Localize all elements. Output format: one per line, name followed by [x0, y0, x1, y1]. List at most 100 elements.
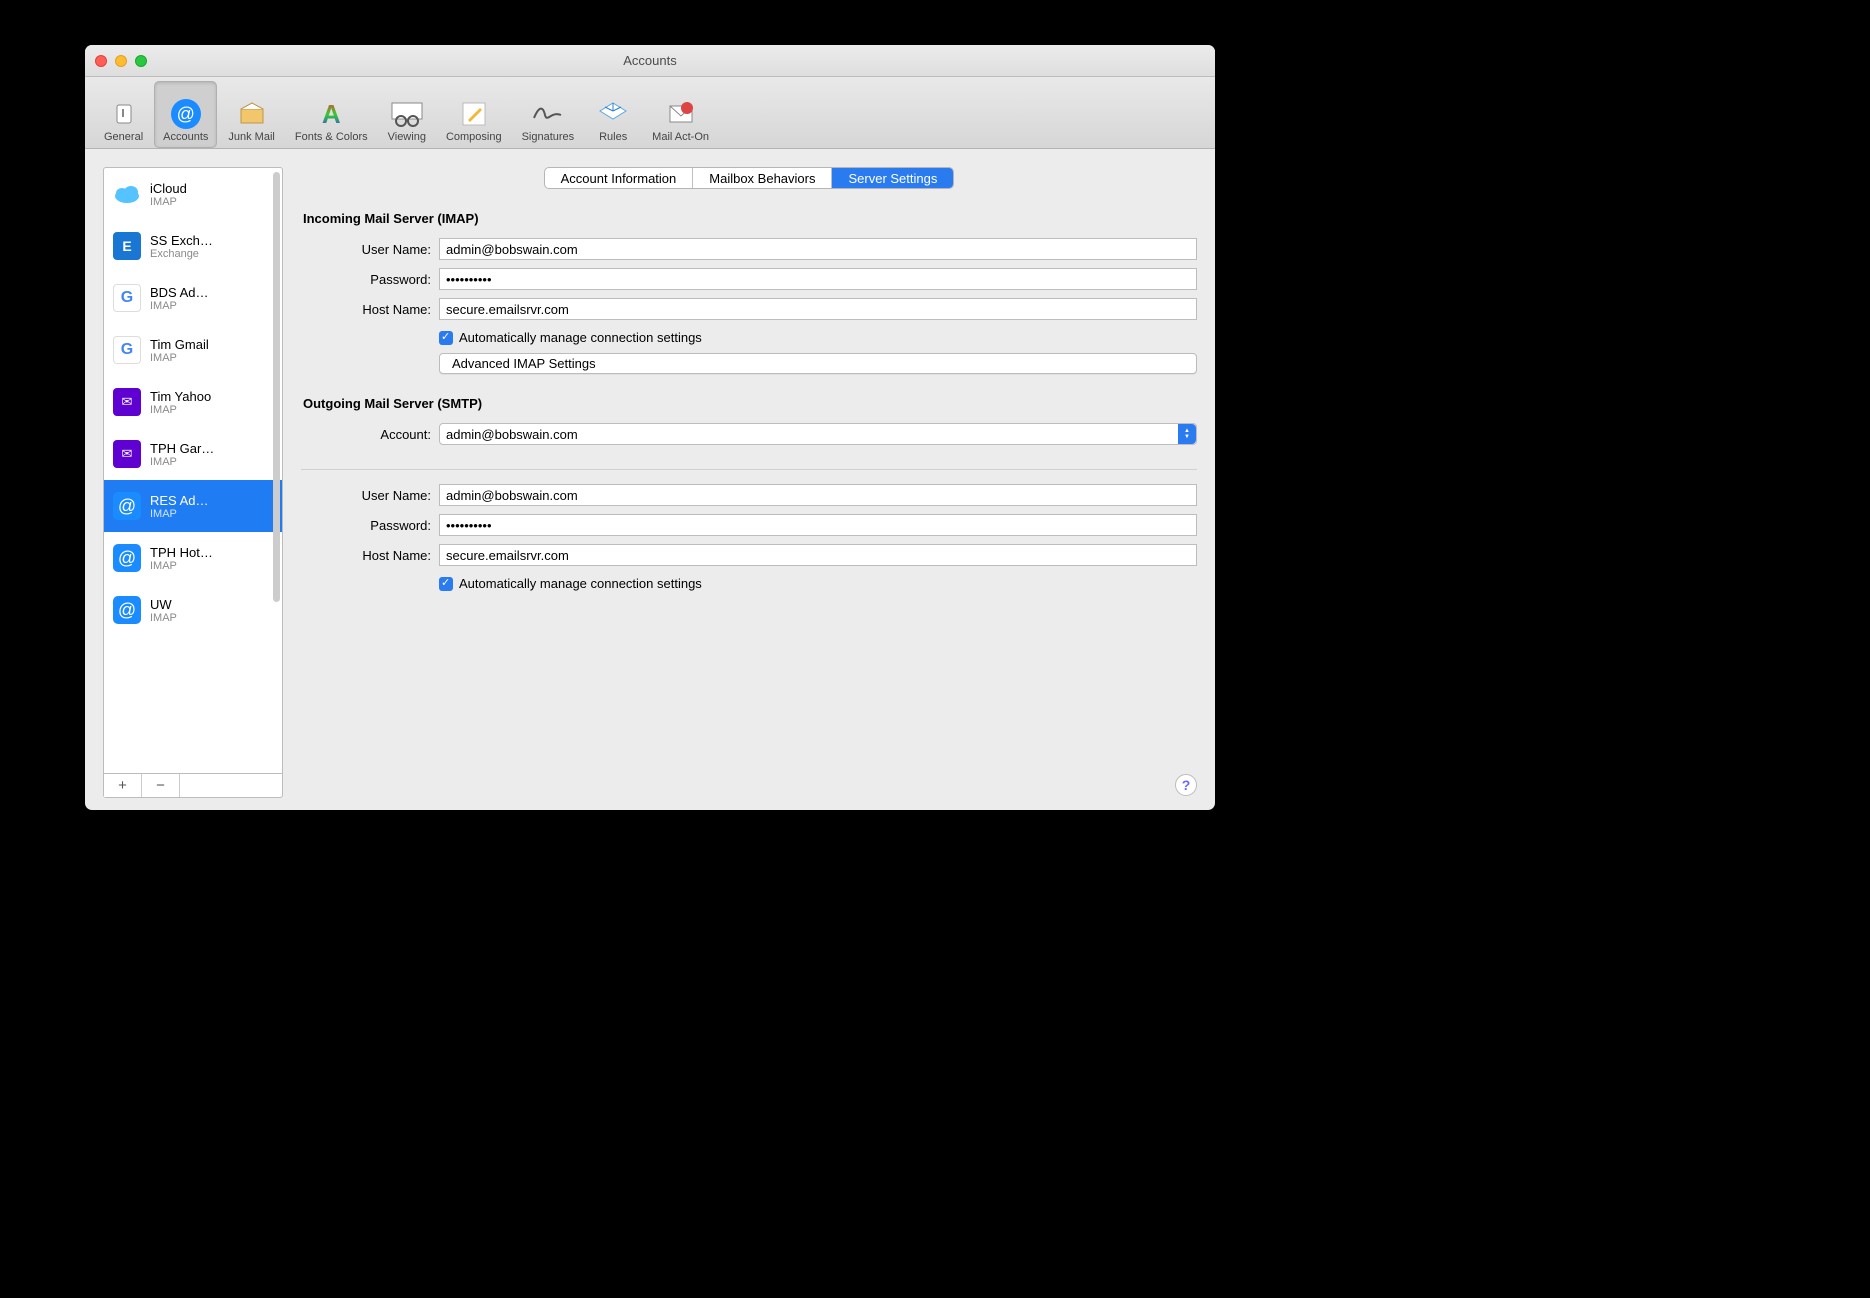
toolbar-label: Signatures [522, 131, 575, 143]
account-protocol: IMAP [150, 456, 214, 468]
account-row[interactable]: @ TPH Hot…IMAP [104, 532, 282, 584]
tb-acton[interactable]: Mail Act-On [643, 81, 718, 148]
account-name: Tim Yahoo [150, 389, 211, 404]
toolbar-label: Fonts & Colors [295, 131, 368, 143]
tab-server-settings[interactable]: Server Settings [832, 168, 953, 188]
account-protocol: IMAP [150, 404, 211, 416]
tb-general[interactable]: General [95, 81, 152, 148]
outgoing-username-input[interactable] [439, 484, 1197, 506]
toolbar-label: Composing [446, 131, 502, 143]
outgoing-password-label: Password: [301, 518, 431, 533]
account-row[interactable]: E SS Exch…Exchange [104, 220, 282, 272]
account-name: iCloud [150, 181, 187, 196]
account-protocol: IMAP [150, 508, 209, 520]
remove-account-button[interactable]: − [142, 774, 180, 797]
help-button[interactable]: ? [1175, 774, 1197, 796]
tb-viewing-icon [390, 97, 424, 131]
toolbar-label: Mail Act-On [652, 131, 709, 143]
account-name: Tim Gmail [150, 337, 209, 352]
account-row[interactable]: @ UWIMAP [104, 584, 282, 636]
google-icon: G [112, 283, 142, 313]
yahoo-icon: ✉ [112, 439, 142, 469]
titlebar[interactable]: Accounts [85, 45, 1215, 77]
sidebar-scrollbar[interactable] [273, 172, 280, 602]
tb-fonts-icon: A [314, 97, 348, 131]
icloud-icon [112, 179, 142, 209]
account-name: SS Exch… [150, 233, 213, 248]
tb-compose[interactable]: Composing [437, 81, 511, 148]
toolbar-label: Accounts [163, 131, 208, 143]
yahoo-icon: ✉ [112, 387, 142, 417]
exchange-icon: E [112, 231, 142, 261]
account-protocol: Exchange [150, 248, 213, 260]
outgoing-section-title: Outgoing Mail Server (SMTP) [303, 396, 1197, 411]
incoming-host-label: Host Name: [301, 302, 431, 317]
tb-sign[interactable]: Signatures [513, 81, 584, 148]
account-row[interactable]: G Tim GmailIMAP [104, 324, 282, 376]
toolbar-label: Viewing [388, 131, 426, 143]
tb-accounts[interactable]: @Accounts [154, 81, 217, 148]
account-protocol: IMAP [150, 612, 177, 624]
divider [301, 469, 1197, 470]
account-protocol: IMAP [150, 560, 213, 572]
account-sidebar: iCloudIMAPESS Exch…ExchangeGBDS Ad…IMAPG… [103, 167, 283, 798]
at-icon: @ [112, 543, 142, 573]
account-row[interactable]: G BDS Ad…IMAP [104, 272, 282, 324]
incoming-password-label: Password: [301, 272, 431, 287]
account-protocol: IMAP [150, 352, 209, 364]
outgoing-account-select[interactable]: admin@bobswain.com ▲▼ [439, 423, 1197, 445]
incoming-host-input[interactable] [439, 298, 1197, 320]
account-name: TPH Gar… [150, 441, 214, 456]
tb-junk-icon [235, 97, 269, 131]
incoming-username-label: User Name: [301, 242, 431, 257]
tb-compose-icon [457, 97, 491, 131]
account-protocol: IMAP [150, 300, 209, 312]
detail-pane: Account InformationMailbox BehaviorsServ… [301, 167, 1197, 798]
outgoing-auto-checkbox[interactable] [439, 577, 453, 591]
toolbar: General @Accounts Junk Mail AFonts & Colors… [85, 77, 1215, 149]
tab-mailbox-behaviors[interactable]: Mailbox Behaviors [693, 168, 832, 188]
incoming-username-input[interactable] [439, 238, 1197, 260]
incoming-password-input[interactable] [439, 268, 1197, 290]
outgoing-account-label: Account: [301, 427, 431, 442]
incoming-auto-checkbox[interactable] [439, 331, 453, 345]
toolbar-label: Junk Mail [228, 131, 274, 143]
settings-tabs: Account InformationMailbox BehaviorsServ… [544, 167, 955, 189]
window-title: Accounts [85, 53, 1215, 68]
advanced-imap-button[interactable]: Advanced IMAP Settings [439, 353, 1197, 374]
outgoing-host-label: Host Name: [301, 548, 431, 563]
tb-viewing[interactable]: Viewing [379, 81, 435, 148]
outgoing-password-input[interactable] [439, 514, 1197, 536]
preferences-window: Accounts General@AccountsJunk MailAFonts… [85, 45, 1215, 810]
outgoing-account-value: admin@bobswain.com [446, 427, 578, 442]
incoming-auto-label: Automatically manage connection settings [459, 330, 702, 345]
select-arrows-icon: ▲▼ [1178, 424, 1196, 444]
outgoing-host-input[interactable] [439, 544, 1197, 566]
account-name: BDS Ad… [150, 285, 209, 300]
account-row[interactable]: iCloudIMAP [104, 168, 282, 220]
toolbar-label: General [104, 131, 143, 143]
incoming-section-title: Incoming Mail Server (IMAP) [303, 211, 1197, 226]
tb-rules[interactable]: Rules [585, 81, 641, 148]
account-row[interactable]: ✉ Tim YahooIMAP [104, 376, 282, 428]
outgoing-auto-label: Automatically manage connection settings [459, 576, 702, 591]
tb-sign-icon [531, 97, 565, 131]
account-protocol: IMAP [150, 196, 187, 208]
tb-fonts[interactable]: AFonts & Colors [286, 81, 377, 148]
tb-acton-icon [664, 97, 698, 131]
tb-junk[interactable]: Junk Mail [219, 81, 283, 148]
account-name: UW [150, 597, 177, 612]
account-name: TPH Hot… [150, 545, 213, 560]
account-row[interactable]: ✉ TPH Gar…IMAP [104, 428, 282, 480]
google-icon: G [112, 335, 142, 365]
tab-account-information[interactable]: Account Information [545, 168, 694, 188]
toolbar-label: Rules [599, 131, 627, 143]
tb-general-icon [107, 97, 141, 131]
tb-rules-icon [596, 97, 630, 131]
at-icon: @ [112, 595, 142, 625]
account-name: RES Ad… [150, 493, 209, 508]
account-row[interactable]: @ RES Ad…IMAP [104, 480, 282, 532]
tb-accounts-icon: @ [169, 97, 203, 131]
at-icon: @ [112, 491, 142, 521]
add-account-button[interactable]: + [104, 774, 142, 797]
